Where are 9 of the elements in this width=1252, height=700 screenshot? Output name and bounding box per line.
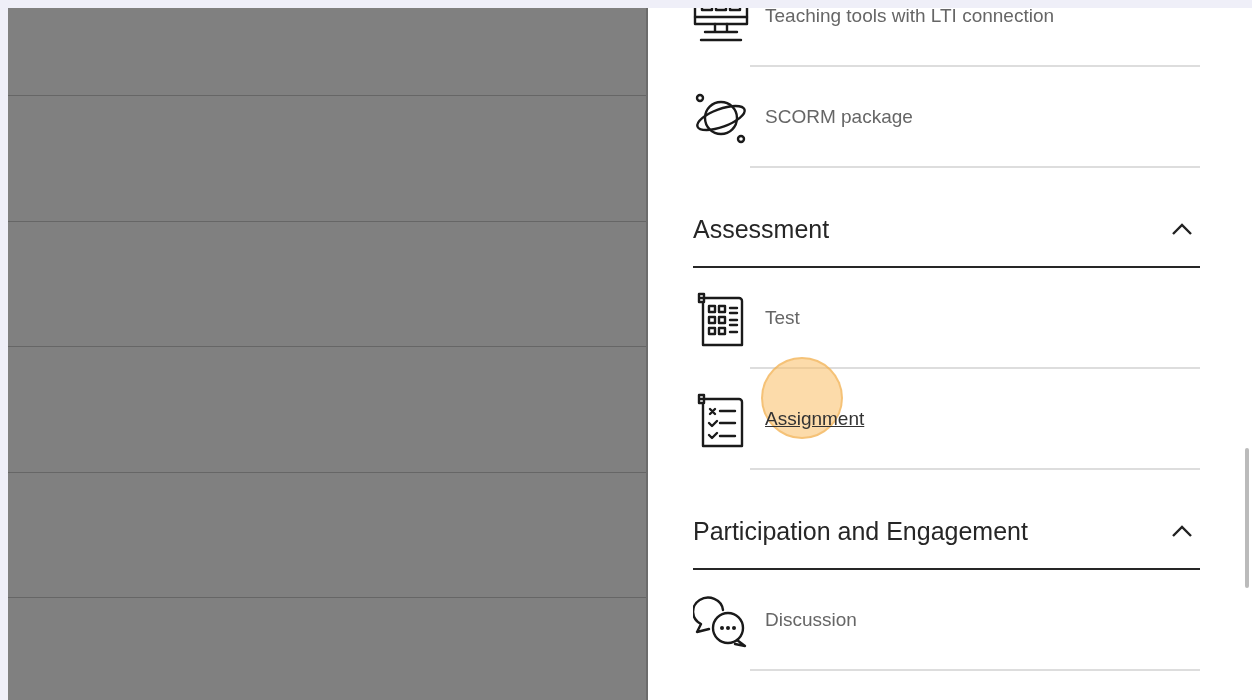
content-type-link[interactable]: SCORM package xyxy=(765,103,913,132)
content-type-link[interactable]: Assignment xyxy=(765,405,865,434)
content-type-link[interactable]: Test xyxy=(765,304,800,333)
section-header[interactable]: Participation and Engagement xyxy=(693,470,1200,570)
section-header[interactable]: Assessment xyxy=(693,168,1200,268)
section-title: Assessment xyxy=(693,214,830,246)
content-type-link[interactable]: Discussion xyxy=(765,606,857,635)
content-type-link[interactable]: Teaching tools with LTI connection xyxy=(765,8,1055,31)
section-title: Participation and Engagement xyxy=(693,516,1028,548)
